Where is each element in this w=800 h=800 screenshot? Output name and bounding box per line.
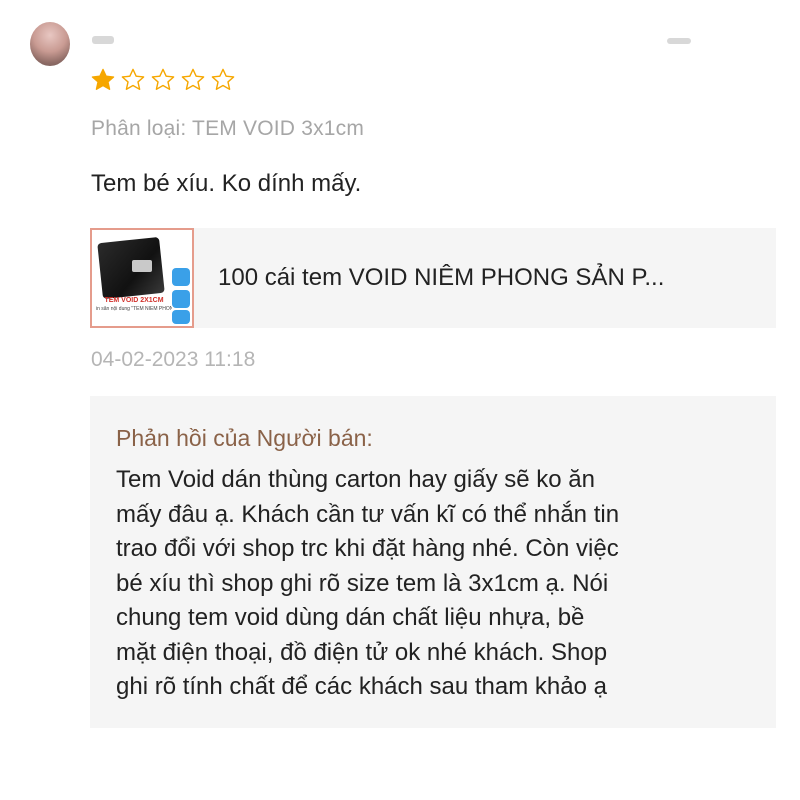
review-timestamp: 04-02-2023 11:18: [91, 348, 256, 371]
seller-reply-line: mấy đâu ạ. Khách cần tư vấn kĩ có thể nh…: [116, 500, 620, 528]
star-empty-icon: [120, 67, 146, 93]
card-badge-icon: [172, 310, 190, 324]
star-rating: [90, 66, 236, 94]
truck-badge-icon: [172, 268, 190, 286]
seller-reply-line: trao đổi với shop trc khi đặt hàng nhé. …: [116, 535, 619, 562]
reviewer-avatar[interactable]: [30, 22, 70, 66]
seller-reply-text: Tem Void dán thùng carton hay giấy sẽ ko…: [116, 463, 756, 705]
like-count-fragment: [667, 38, 691, 44]
product-thumbnail[interactable]: TEM VOID 2X1CM in sẵn nội dung "TEM NIÊM…: [90, 228, 194, 328]
seller-reply-title: Phản hồi của Người bán:: [116, 425, 373, 451]
seller-reply-line: chung tem void dùng dán chất liệu nhựa, …: [116, 604, 585, 631]
seller-reply: Phản hồi của Người bán: Tem Void dán thù…: [90, 396, 776, 728]
product-card[interactable]: TEM VOID 2X1CM in sẵn nội dung "TEM NIÊM…: [90, 228, 776, 328]
thumbnail-phone-image: [97, 236, 165, 300]
star-filled-icon: [90, 67, 116, 93]
star-empty-icon: [180, 67, 206, 93]
thumbnail-sticker-image: [132, 260, 152, 272]
seller-reply-line: ghi rõ tính chất để các khách sau tham k…: [116, 673, 607, 700]
star-empty-icon: [210, 67, 236, 93]
review-text: Tem bé xíu. Ko dính mấy.: [91, 170, 362, 197]
seller-reply-line: Tem Void dán thùng carton hay giấy sẽ ko…: [116, 466, 595, 493]
thumbnail-caption: TEM VOID 2X1CM: [104, 297, 164, 304]
star-empty-icon: [150, 67, 176, 93]
reviewer-name-fragment: [92, 36, 114, 44]
seller-reply-line: bé xíu thì shop ghi rõ size tem là 3x1cm…: [116, 569, 609, 597]
product-name[interactable]: 100 cái tem VOID NIÊM PHONG SẢN P...: [218, 264, 664, 292]
thumbnail-subcaption: in sẵn nội dung "TEM NIÊM PHONG": [96, 306, 172, 312]
review-variation: Phân loại: TEM VOID 3x1cm: [91, 117, 365, 140]
seller-reply-line: mặt điện thoại, đồ điện tử ok nhé khách.…: [116, 638, 608, 666]
shield-badge-icon: [172, 290, 190, 308]
